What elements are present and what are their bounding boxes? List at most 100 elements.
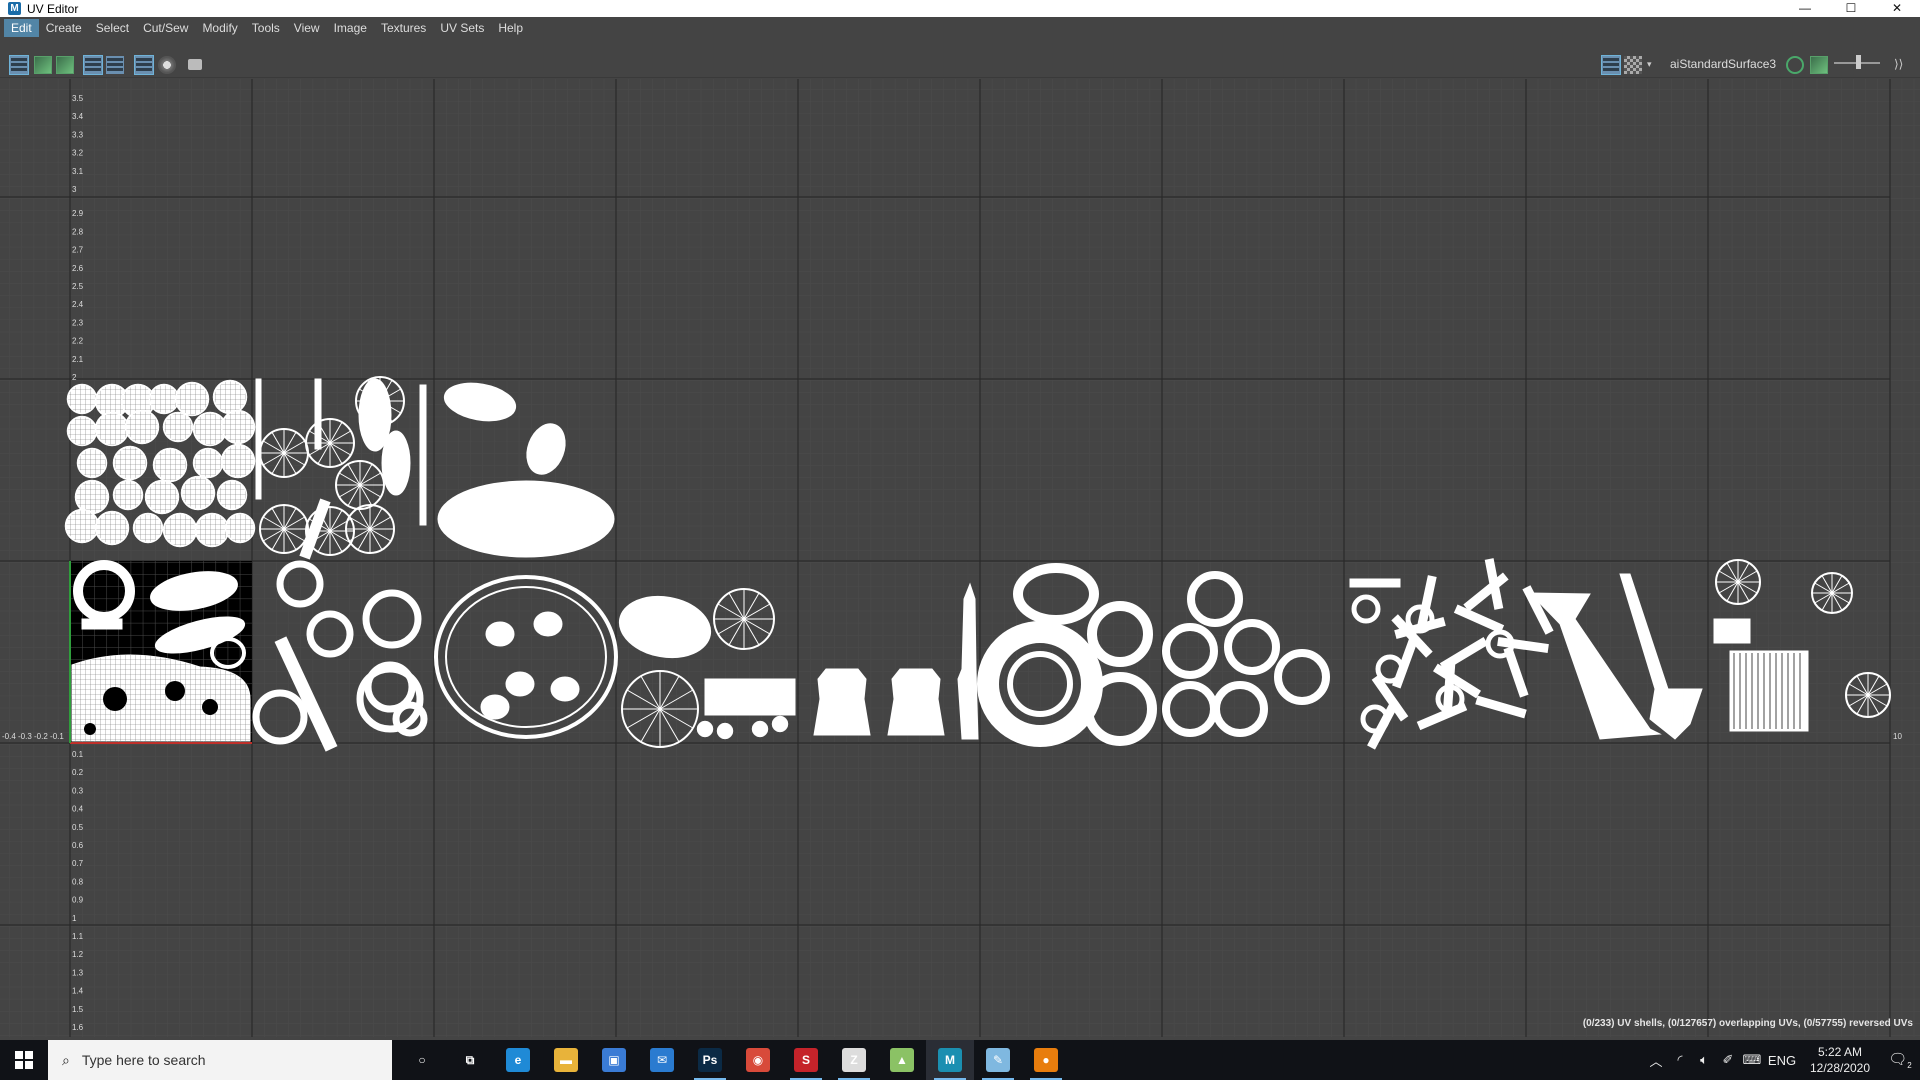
uv-shell[interactable] [533,611,563,637]
keyboard-icon[interactable]: ⌨ [1740,1052,1764,1068]
v-axis-label: 3.4 [72,112,84,121]
uv-shell[interactable] [437,480,615,558]
close-button[interactable]: ✕ [1874,0,1920,17]
taskbar-photoshop[interactable]: Ps [686,1040,734,1080]
volume-icon[interactable]: 🔈︎ [1692,1052,1716,1068]
uv-shell[interactable] [480,694,510,720]
taskbar-chrome[interactable]: ◉ [734,1040,782,1080]
uv-shell[interactable] [696,720,714,738]
expand-icon[interactable]: ⟩⟩ [1894,57,1910,75]
start-button[interactable] [0,1040,48,1080]
taskbar-maya[interactable]: M [926,1040,974,1080]
grid-settings-icon[interactable] [106,56,124,74]
uv-shell-mesh [222,411,254,443]
menu-select[interactable]: Select [89,19,136,37]
v-axis-label: 1.2 [72,950,84,959]
taskbar-substance[interactable]: S [782,1040,830,1080]
uv-shell[interactable] [1713,618,1751,644]
menu-cut-sew[interactable]: Cut/Sew [136,19,195,37]
taskbar-search[interactable]: ⌕ Type here to search [48,1040,392,1080]
uv-shell-hole [84,723,96,735]
substance-icon: S [794,1048,818,1072]
taskbar-notepad[interactable]: ✎ [974,1040,1022,1080]
uv-shell-mesh [176,383,208,415]
uv-shell[interactable] [1729,650,1809,732]
uv-shell[interactable] [887,668,945,736]
uv-shell[interactable] [381,430,411,496]
shell-icon[interactable] [34,56,52,74]
dim-image-icon[interactable] [158,56,176,74]
uv-shell[interactable] [1349,578,1401,588]
uv-viewport[interactable]: 3.5 3.4 3.3 3.2 3.1 3 2.9 2.8 2.7 2.6 2.5 2.4 2.3 2.2… [0,79,1920,1037]
uv-status-text: (0/233) UV shells, (0/127657) overlappin… [1582,1018,1913,1029]
uv-shell[interactable] [255,378,262,500]
uv-shell-mesh [182,477,214,509]
taskbar-mail[interactable]: ✉ [638,1040,686,1080]
taskbar-file-explorer[interactable]: ▬ [542,1040,590,1080]
shell-alt-icon[interactable] [56,56,74,74]
uv-shell-mesh [68,417,96,445]
uv-shell[interactable] [419,384,427,526]
uv-shell[interactable] [81,618,123,630]
menu-textures[interactable]: Textures [374,19,433,37]
pen-icon[interactable]: ✐ [1716,1052,1740,1068]
uv-toolkit-icon[interactable] [9,55,29,75]
image-viewer-icon: ▲ [890,1048,914,1072]
uv-grid-minor [0,79,1920,1037]
maximize-button[interactable]: ☐ [1828,0,1874,17]
uv-shell[interactable] [813,668,871,736]
shader-selector[interactable]: aiStandardSurface3 [1670,57,1776,71]
uv-shell[interactable] [485,621,515,647]
uv-shell-hole [165,681,185,701]
taskbar-blender[interactable]: ● [1022,1040,1070,1080]
image-display-icon[interactable] [1601,55,1621,75]
checker-icon[interactable] [134,55,154,75]
uv-shell[interactable] [751,720,769,738]
menu-tools[interactable]: Tools [245,19,287,37]
menu-image[interactable]: Image [327,19,374,37]
checkered-tiles-icon[interactable] [1624,56,1642,74]
uv-shell[interactable] [550,676,580,702]
language-indicator[interactable]: ENG [1764,1053,1800,1068]
menu-bar: Edit Create Select Cut/Sew Modify Tools View Im… [0,17,1920,53]
menu-create[interactable]: Create [39,19,89,37]
exposure-slider-handle[interactable] [1856,55,1861,69]
uv-shell[interactable] [716,722,734,740]
uv-shell-mesh [78,449,106,477]
uv-shell[interactable] [314,378,322,450]
taskbar-cortana[interactable]: ○ [398,1040,446,1080]
taskbar-store[interactable]: ▣ [590,1040,638,1080]
taskbar-zbrush[interactable]: Z [830,1040,878,1080]
windows-logo-icon [15,1051,33,1069]
uv-shell[interactable] [704,678,796,716]
snapshot-icon[interactable] [188,59,202,70]
minimize-button[interactable]: — [1782,0,1828,17]
chevron-down-icon[interactable]: ▾ [1647,59,1657,77]
texture-icon[interactable] [1810,56,1828,74]
uv-shell[interactable] [505,671,535,697]
taskbar-edge[interactable]: e [494,1040,542,1080]
menu-uv-sets[interactable]: UV Sets [433,19,491,37]
uv-shell-mesh [164,413,192,441]
menu-edit[interactable]: Edit [4,19,39,37]
clock[interactable]: 5:22 AM 12/28/2020 [1800,1044,1880,1076]
v-axis-label: 3.5 [72,94,84,103]
maya-icon: M [8,2,21,15]
v-axis-label: 1.5 [72,1005,84,1014]
taskbar-task-view[interactable]: ⧉ [446,1040,494,1080]
grid-toggle-icon[interactable] [83,55,103,75]
menu-view[interactable]: View [287,19,327,37]
sync-icon[interactable] [1786,56,1804,74]
v-axis-label: 0.4 [72,805,84,814]
taskbar-image-viewer[interactable]: ▲ [878,1040,926,1080]
network-icon[interactable]: ◜ [1668,1052,1692,1068]
v-axis-label: 0.6 [72,841,84,850]
v-axis-label: 0.7 [72,859,84,868]
menu-help[interactable]: Help [491,19,530,37]
notification-center-button[interactable]: 🗨︎2 [1880,1050,1920,1070]
uv-shell[interactable] [771,715,789,733]
chrome-icon: ◉ [746,1048,770,1072]
v-axis-label: 1.3 [72,968,84,977]
menu-modify[interactable]: Modify [195,19,244,37]
chevron-up-icon[interactable]: ︿ [1644,1051,1668,1070]
